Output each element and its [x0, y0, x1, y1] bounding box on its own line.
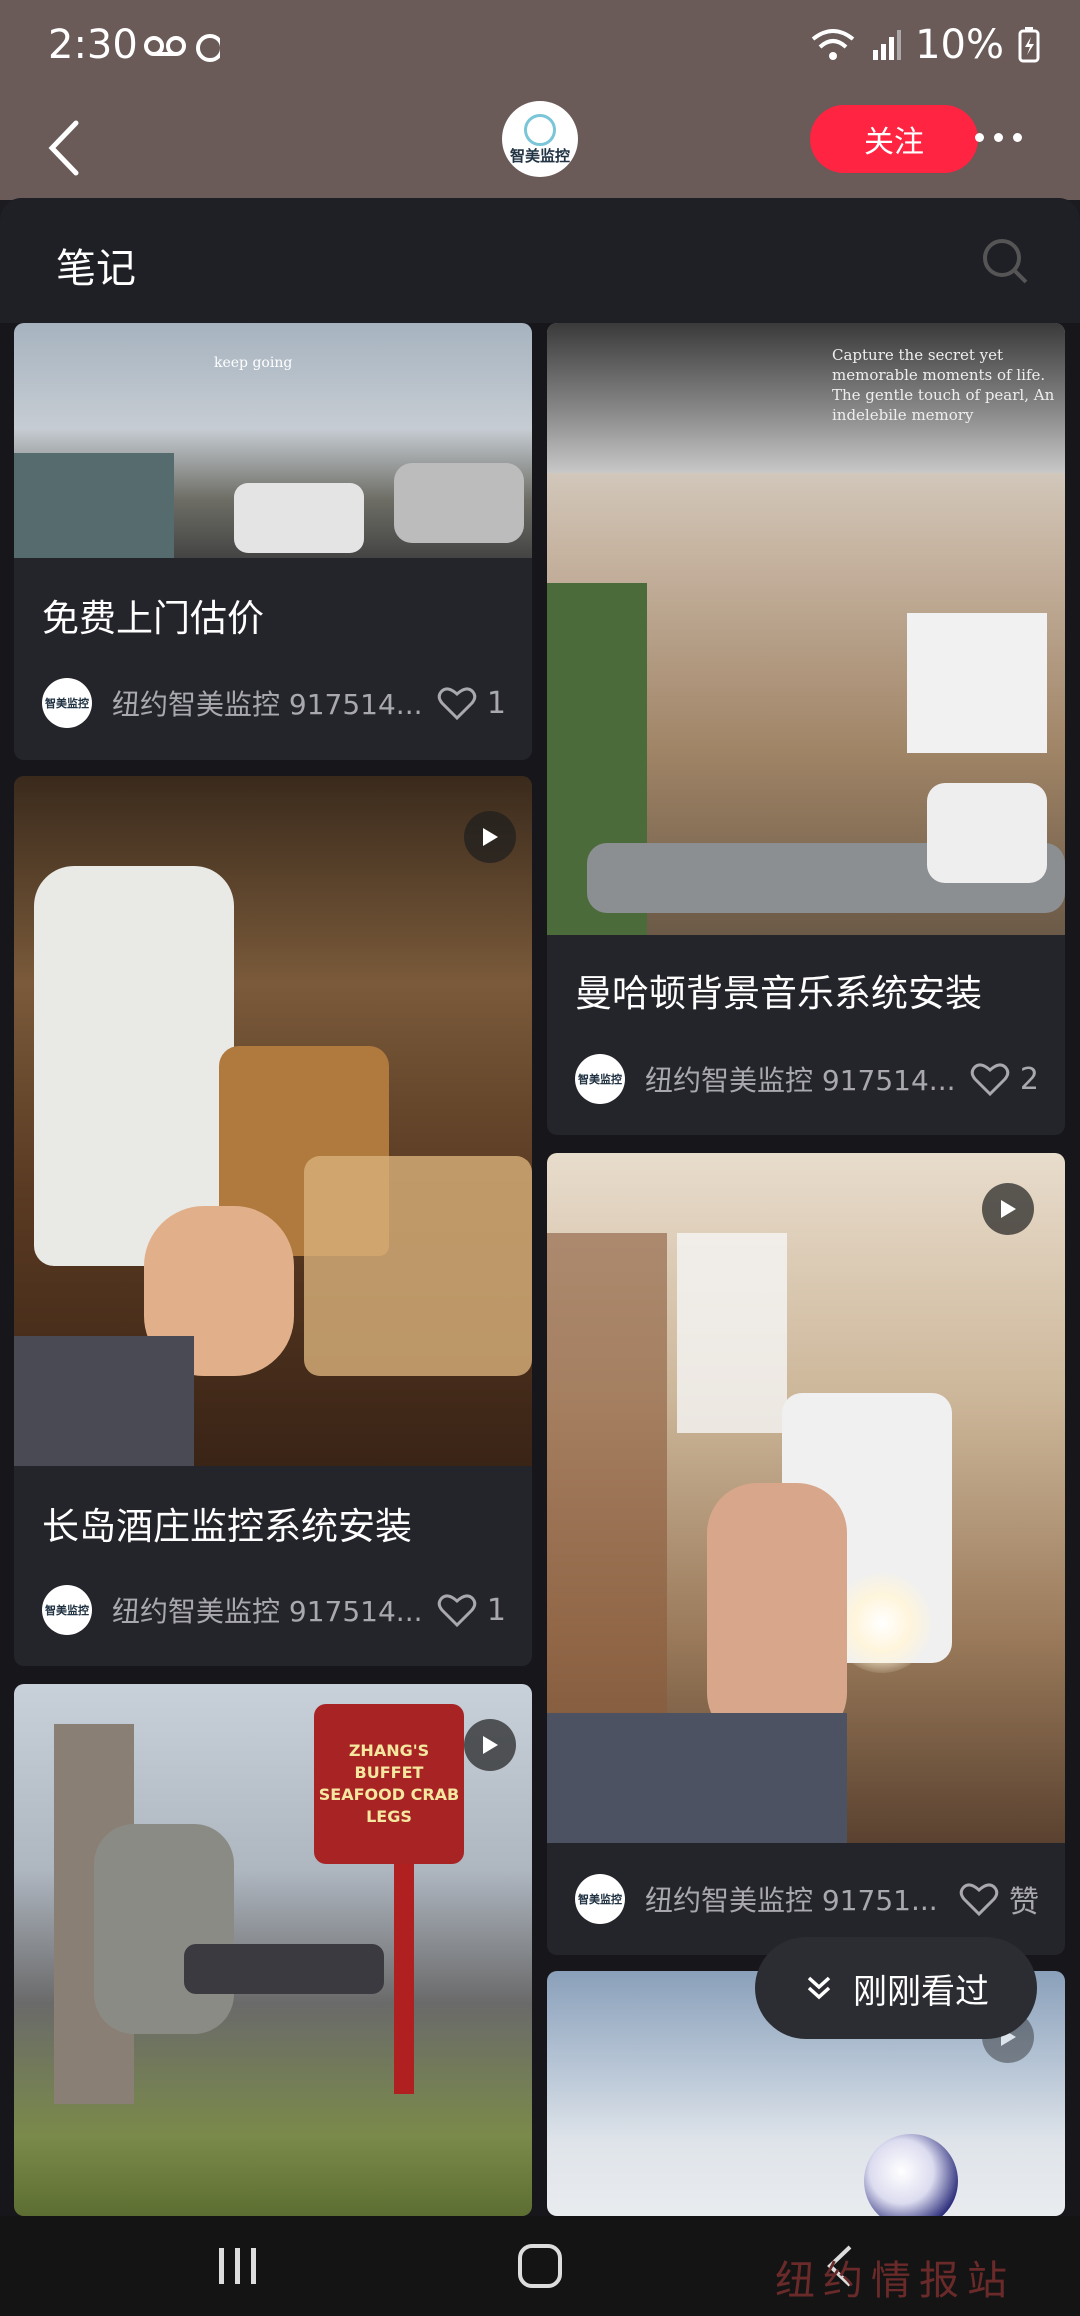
author-name: 纽约智美监控 917514... — [645, 1064, 956, 1097]
author-avatar: 智美监控 — [575, 1054, 625, 1104]
heart-icon — [437, 1594, 477, 1628]
more-options-icon[interactable] — [975, 127, 1035, 147]
recently-viewed-label: 刚刚看过 — [853, 1971, 989, 2012]
wifi-icon — [811, 29, 855, 60]
battery-icon — [1018, 27, 1040, 63]
notes-sheet: 笔记 keep going 免费上门估价 智美监控 纽约智美监控 917514.… — [0, 198, 1080, 2216]
note-meta: 智美监控 纽约智美监控 91751... 赞 — [575, 1873, 1039, 1925]
note-card[interactable]: ZHANG'S BUFFET SEAFOOD CRAB LEGS — [14, 1684, 532, 2216]
author-avatar: 智美监控 — [575, 1874, 625, 1924]
heart-icon — [970, 1063, 1010, 1097]
thumbnail-caption: keep going — [214, 355, 293, 371]
note-card[interactable]: 智美监控 纽约智美监控 91751... 赞 — [547, 1153, 1065, 1955]
like-button[interactable]: 赞 — [959, 1877, 1039, 1921]
like-count: 赞 — [1009, 1885, 1039, 1920]
like-button[interactable]: 1 — [437, 1592, 506, 1628]
author-name: 纽约智美监控 917514... — [112, 688, 423, 721]
search-icon[interactable] — [982, 238, 1028, 284]
heart-icon — [959, 1883, 999, 1917]
back-button[interactable] — [40, 113, 100, 183]
video-play-icon — [982, 1183, 1034, 1235]
watermark-text: 纽约情报站 — [775, 2258, 1015, 2304]
voicemail-icon — [140, 32, 224, 72]
like-button[interactable]: 1 — [437, 685, 506, 721]
note-meta: 智美监控 纽约智美监控 917514... 1 — [42, 1584, 506, 1636]
note-meta: 智美监控 纽约智美监控 917514... 2 — [575, 1053, 1039, 1105]
video-play-icon — [464, 1719, 516, 1771]
recent-apps-icon[interactable] — [198, 2236, 278, 2296]
note-meta: 智美监控 纽约智美监控 917514... 1 — [42, 677, 506, 729]
camera-icon — [524, 114, 556, 146]
status-right: 10% — [809, 22, 1040, 68]
note-thumbnail — [547, 1153, 1065, 1843]
note-card[interactable]: keep going 免费上门估价 智美监控 纽约智美监控 917514... … — [14, 323, 532, 760]
status-bar: 2:30 10% — [0, 0, 1080, 95]
recently-viewed-button[interactable]: 刚刚看过 — [755, 1937, 1037, 2039]
video-play-icon — [464, 811, 516, 863]
note-card[interactable]: Capture the secret yet memorable moments… — [547, 323, 1065, 1135]
like-count: 2 — [1019, 1061, 1039, 1097]
note-title: 长岛酒庄监控系统安装 — [42, 1505, 412, 1548]
signal-icon — [873, 30, 902, 60]
author-name: 纽约智美监控 917514... — [112, 1595, 423, 1628]
note-title: 曼哈顿背景音乐系统安装 — [575, 972, 982, 1015]
follow-button[interactable]: 关注 — [810, 105, 978, 173]
author-avatar: 智美监控 — [42, 678, 92, 728]
note-thumbnail — [14, 776, 532, 1466]
like-count: 1 — [486, 1592, 506, 1628]
note-thumbnail: ZHANG'S BUFFET SEAFOOD CRAB LEGS — [14, 1684, 532, 2216]
note-thumbnail: keep going — [14, 323, 532, 558]
account-avatar[interactable]: 智美监控 — [502, 101, 578, 177]
watermark-logo — [864, 2134, 958, 2228]
thumbnail-caption: Capture the secret yet memorable moments… — [832, 346, 1055, 424]
status-time: 2:30 — [48, 22, 138, 68]
like-button[interactable]: 2 — [970, 1061, 1039, 1097]
thumbnail-caption: ZHANG'S BUFFET SEAFOOD CRAB LEGS — [318, 1741, 460, 1826]
note-card[interactable]: 长岛酒庄监控系统安装 智美监控 纽约智美监控 917514... 1 — [14, 776, 532, 1666]
battery-percent: 10% — [915, 22, 1004, 68]
note-thumbnail: Capture the secret yet memorable moments… — [547, 323, 1065, 935]
author-avatar: 智美监控 — [42, 1585, 92, 1635]
profile-header: 智美监控 关注 — [0, 95, 1080, 200]
chevron-down-icon — [807, 1976, 831, 2000]
note-title: 免费上门估价 — [42, 597, 264, 640]
heart-icon — [437, 687, 477, 721]
account-name: 智美监控 — [509, 147, 570, 165]
sheet-title: 笔记 — [56, 246, 136, 292]
like-count: 1 — [486, 685, 506, 721]
home-icon[interactable] — [500, 2236, 580, 2296]
author-name: 纽约智美监控 91751... — [645, 1884, 938, 1917]
sheet-header: 笔记 — [0, 198, 1080, 323]
